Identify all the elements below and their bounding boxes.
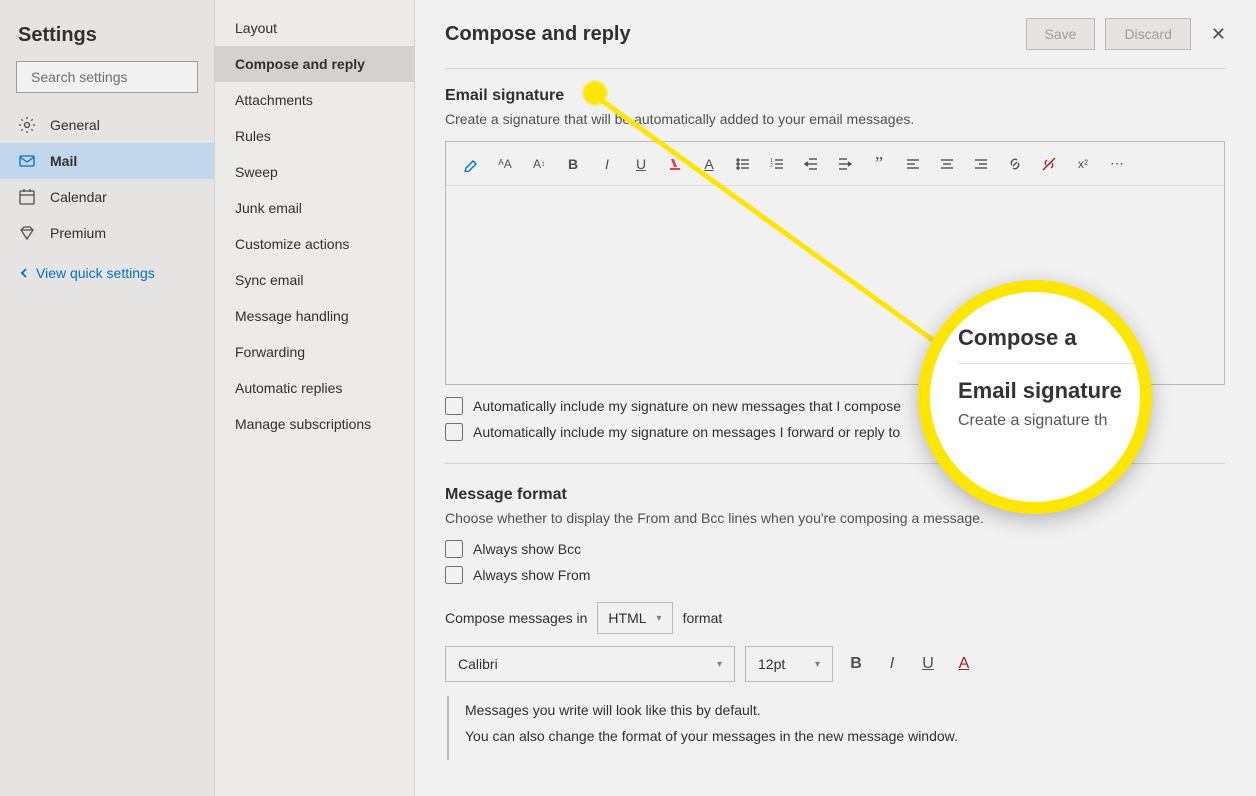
- font-family-value: Calibri: [458, 656, 498, 672]
- align-right-icon[interactable]: [966, 149, 996, 179]
- align-left-icon[interactable]: [898, 149, 928, 179]
- checkbox-label: Always show From: [473, 567, 590, 583]
- align-center-icon[interactable]: [932, 149, 962, 179]
- font-color-toggle[interactable]: A: [951, 655, 977, 673]
- close-button[interactable]: ✕: [1211, 24, 1226, 45]
- default-style-row: Calibri ▾ 12pt ▾ B I U A: [445, 646, 1226, 682]
- compose-format-value: HTML: [608, 610, 646, 626]
- compose-prefix: Compose messages in: [445, 610, 587, 626]
- font-size-select[interactable]: 12pt ▾: [745, 646, 833, 682]
- mid-attachments[interactable]: Attachments: [215, 82, 414, 118]
- link-icon[interactable]: [1000, 149, 1030, 179]
- mail-icon: [18, 152, 36, 170]
- nav-label: Mail: [50, 153, 77, 169]
- nav-premium[interactable]: Premium: [0, 215, 214, 251]
- checkbox-label: Always show Bcc: [473, 541, 581, 557]
- callout-anchor-dot: [584, 82, 606, 104]
- msgfmt-title: Message format: [445, 486, 1226, 504]
- mid-compose-reply[interactable]: Compose and reply: [215, 46, 414, 82]
- nav-label: Premium: [50, 225, 106, 241]
- preview-line: You can also change the format of your m…: [465, 728, 1210, 744]
- auto-sig-reply-checkbox[interactable]: [445, 423, 463, 441]
- discard-button[interactable]: Discard: [1105, 18, 1190, 50]
- nav-mail[interactable]: Mail: [0, 143, 214, 179]
- font-family-select[interactable]: Calibri ▾: [445, 646, 735, 682]
- underline-toggle[interactable]: U: [915, 655, 941, 673]
- bold-icon[interactable]: B: [558, 149, 588, 179]
- nav-calendar[interactable]: Calendar: [0, 179, 214, 215]
- font-family-icon[interactable]: ᴬA: [490, 149, 520, 179]
- always-from-checkbox[interactable]: [445, 566, 463, 584]
- settings-sidebar: Settings General Mail Calendar Premium V…: [0, 0, 215, 796]
- settings-title: Settings: [0, 18, 214, 61]
- chevron-down-icon: ▾: [815, 659, 820, 670]
- page-title: Compose and reply: [445, 23, 1016, 46]
- callout-line2: Email signature: [958, 378, 1140, 404]
- mid-sweep[interactable]: Sweep: [215, 154, 414, 190]
- diamond-icon: [18, 224, 36, 242]
- checkbox-label: Automatically include my signature on me…: [473, 424, 900, 440]
- italic-toggle[interactable]: I: [879, 655, 905, 673]
- callout-line3: Create a signature th: [958, 412, 1140, 430]
- preview-line: Messages you write will look like this b…: [465, 702, 1210, 718]
- nav-label: Calendar: [50, 189, 107, 205]
- chevron-down-icon: ▾: [717, 659, 722, 670]
- mail-subsettings: Layout Compose and reply Attachments Rul…: [215, 0, 415, 796]
- chevron-down-icon: ▾: [657, 613, 662, 624]
- auto-sig-new-checkbox[interactable]: [445, 397, 463, 415]
- format-preview: Messages you write will look like this b…: [447, 696, 1226, 760]
- checkbox-label: Automatically include my signature on ne…: [473, 398, 901, 414]
- font-size-icon[interactable]: A↕: [524, 149, 554, 179]
- mid-rules[interactable]: Rules: [215, 118, 414, 154]
- quick-label: View quick settings: [36, 265, 155, 281]
- main-header: Compose and reply Save Discard ✕: [445, 18, 1226, 69]
- signature-subtitle: Create a signature that will be automati…: [445, 111, 1226, 127]
- clear-format-icon[interactable]: x²: [1068, 149, 1098, 179]
- search-input[interactable]: [31, 69, 212, 85]
- mid-customize-actions[interactable]: Customize actions: [215, 226, 414, 262]
- mid-message-handling[interactable]: Message handling: [215, 298, 414, 334]
- mid-junk[interactable]: Junk email: [215, 190, 414, 226]
- font-size-value: 12pt: [758, 656, 785, 672]
- underline-icon[interactable]: U: [626, 149, 656, 179]
- nav-general[interactable]: General: [0, 107, 214, 143]
- callout-magnifier: Compose a Email signature Create a signa…: [918, 280, 1152, 514]
- gear-icon: [18, 116, 36, 134]
- settings-nav: General Mail Calendar Premium: [0, 107, 214, 251]
- unlink-icon[interactable]: [1034, 149, 1064, 179]
- outdent-icon[interactable]: [796, 149, 826, 179]
- always-bcc-checkbox-row[interactable]: Always show Bcc: [445, 540, 1226, 558]
- compose-suffix: format: [683, 610, 723, 626]
- compose-format-select[interactable]: HTML ▾: [597, 602, 672, 634]
- svg-text:2: 2: [770, 163, 773, 169]
- mid-automatic-replies[interactable]: Automatic replies: [215, 370, 414, 406]
- always-from-checkbox-row[interactable]: Always show From: [445, 566, 1226, 584]
- view-quick-settings-link[interactable]: View quick settings: [0, 251, 214, 295]
- mid-manage-subs[interactable]: Manage subscriptions: [215, 406, 414, 442]
- signature-title: Email signature: [445, 87, 1226, 105]
- more-icon[interactable]: ⋯: [1102, 149, 1132, 179]
- mail-subsettings-list: Layout Compose and reply Attachments Rul…: [215, 10, 414, 442]
- callout-line1: Compose a: [958, 325, 1152, 364]
- bullets-icon[interactable]: [728, 149, 758, 179]
- numbering-icon[interactable]: 12: [762, 149, 792, 179]
- nav-label: General: [50, 117, 100, 133]
- calendar-icon: [18, 188, 36, 206]
- mid-sync-email[interactable]: Sync email: [215, 262, 414, 298]
- mid-layout[interactable]: Layout: [215, 10, 414, 46]
- highlighter-icon[interactable]: [456, 149, 486, 179]
- indent-icon[interactable]: [830, 149, 860, 179]
- compose-format-row: Compose messages in HTML ▾ format: [445, 602, 1226, 634]
- settings-search[interactable]: [16, 61, 198, 93]
- save-button[interactable]: Save: [1026, 18, 1096, 50]
- mid-forwarding[interactable]: Forwarding: [215, 334, 414, 370]
- bold-toggle[interactable]: B: [843, 655, 869, 673]
- quote-icon[interactable]: ”: [864, 149, 894, 179]
- italic-icon[interactable]: I: [592, 149, 622, 179]
- editor-toolbar: ᴬA A↕ B I U A 12 ” x² ⋯: [446, 142, 1224, 186]
- msgfmt-subtitle: Choose whether to display the From and B…: [445, 510, 1226, 526]
- chevron-left-icon: [18, 267, 30, 279]
- always-bcc-checkbox[interactable]: [445, 540, 463, 558]
